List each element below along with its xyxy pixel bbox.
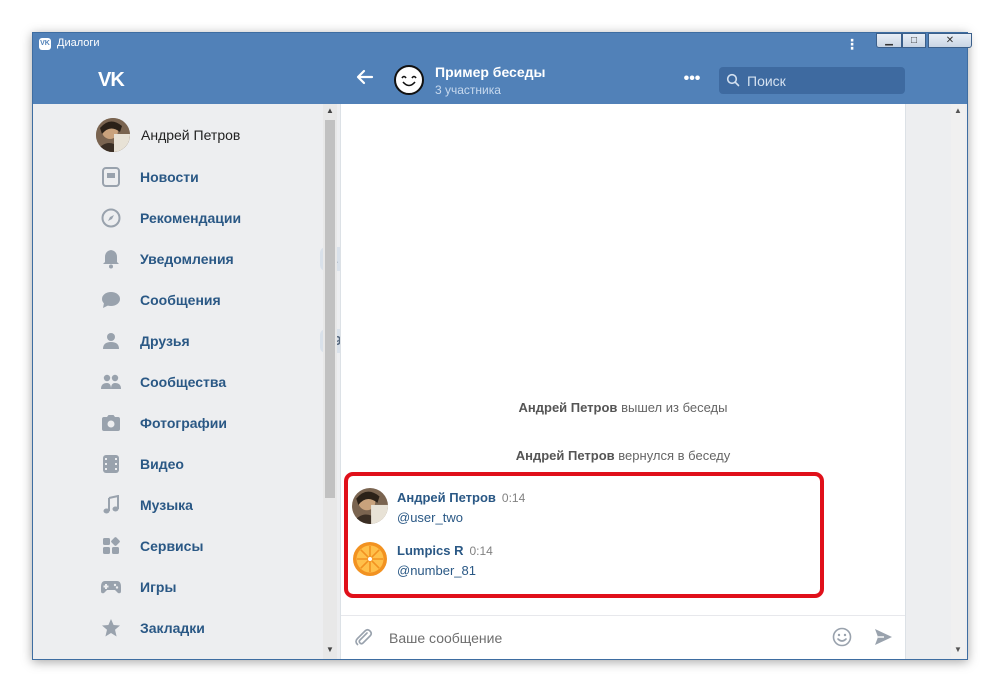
maximize-button[interactable]: □ — [902, 33, 926, 48]
star-icon — [100, 617, 122, 639]
sidebar-item-bookmarks[interactable]: Закладки — [96, 612, 348, 644]
sidebar-item-notifications[interactable]: Уведомления 1 — [96, 243, 348, 275]
avatar-photo — [96, 118, 130, 152]
message-input[interactable] — [387, 626, 821, 650]
message-author: Андрей Петров 0:14 — [397, 490, 525, 505]
chat-avatar[interactable] — [394, 65, 424, 95]
user-icon — [100, 330, 122, 352]
message-item: Андрей Петров 0:14 @user_two — [352, 486, 822, 526]
message-composer — [341, 615, 905, 659]
emoji-icon[interactable] — [832, 627, 852, 647]
avatar[interactable] — [352, 541, 388, 577]
sidebar-scroll-thumb[interactable] — [325, 120, 335, 498]
compass-icon — [100, 207, 122, 229]
window-menu-button[interactable]: ⋮ — [845, 35, 859, 53]
search-box[interactable] — [719, 67, 906, 94]
close-button[interactable]: ✕ — [928, 33, 972, 48]
system-message-text: вернулся в беседу — [618, 448, 731, 463]
window-controls: ▁ □ ✕ — [876, 33, 972, 49]
sidebar-item-video[interactable]: Видео — [96, 448, 348, 480]
sidebar-item-label: Сообщества — [140, 374, 227, 390]
avatar-photo — [352, 488, 388, 524]
music-icon — [100, 494, 122, 516]
sidebar-profile[interactable]: Андрей Петров — [96, 118, 240, 152]
message-time: 0:14 — [469, 544, 493, 558]
system-message-text: вышел из беседы — [621, 400, 728, 415]
sidebar-item-recommendations[interactable]: Рекомендации — [96, 202, 348, 234]
sidebar-item-label: Уведомления — [140, 251, 234, 267]
news-icon — [100, 166, 122, 188]
avatar — [96, 118, 130, 152]
sidebar-item-label: Новости — [140, 169, 199, 185]
search-icon — [726, 73, 740, 87]
services-icon — [100, 535, 122, 557]
sidebar-item-label: Видео — [140, 456, 184, 472]
arrow-left-icon — [356, 69, 374, 85]
message-author: Lumpics R 0:14 — [397, 543, 493, 558]
sidebar-item-label: Сообщения — [140, 292, 221, 308]
minimize-button[interactable]: ▁ — [876, 33, 902, 48]
scroll-down-arrow-icon[interactable]: ▼ — [954, 645, 962, 654]
avatar[interactable] — [352, 488, 388, 524]
system-message: Андрей Петров вышел из беседы — [341, 400, 905, 415]
video-icon — [100, 453, 122, 475]
send-icon[interactable] — [873, 627, 893, 647]
users-icon — [100, 371, 122, 393]
sidebar-item-label: Сервисы — [140, 538, 204, 554]
sidebar-item-label: Закладки — [140, 620, 205, 636]
paperclip-icon[interactable] — [353, 627, 373, 647]
sidebar-item-communities[interactable]: Сообщества — [96, 366, 348, 398]
system-message-name[interactable]: Андрей Петров — [519, 400, 618, 415]
sidebar-item-label: Игры — [140, 579, 177, 595]
search-input[interactable] — [743, 67, 906, 94]
sidebar-item-news[interactable]: Новости — [96, 161, 348, 193]
system-message: Андрей Петров вернулся в беседу — [341, 448, 905, 463]
camera-icon — [100, 412, 122, 434]
profile-name: Андрей Петров — [141, 127, 241, 143]
sidebar-item-label: Музыка — [140, 497, 193, 513]
sidebar-item-label: Друзья — [140, 333, 190, 349]
message-icon — [100, 289, 122, 311]
scroll-up-arrow-icon[interactable]: ▲ — [954, 106, 962, 115]
sidebar-item-label: Рекомендации — [140, 210, 242, 226]
sidebar-item-friends[interactable]: Друзья 19 — [96, 325, 348, 357]
back-button[interactable] — [355, 67, 375, 91]
content-area: Андрей Петров Новости Рекомендации Уведо… — [33, 104, 967, 659]
title-bar: VK Диалоги ⋮ ▁ □ ✕ — [33, 33, 972, 55]
app-header: VK Пример беседы 3 участника ••• — [33, 55, 967, 104]
sidebar-item-messages[interactable]: Сообщения — [96, 284, 348, 316]
sidebar-item-music[interactable]: Музыка — [96, 489, 348, 521]
gamepad-icon — [100, 576, 122, 598]
orange-avatar-icon — [353, 542, 387, 576]
message-time: 0:14 — [501, 491, 526, 505]
message-mention[interactable]: @user_two — [397, 510, 463, 525]
page-scrollbar[interactable]: ▲ ▼ — [951, 104, 965, 659]
system-message-name[interactable]: Андрей Петров — [516, 448, 615, 463]
message-item: Lumpics R 0:14 @number_81 — [352, 539, 822, 579]
bell-icon — [100, 248, 122, 270]
message-author-name[interactable]: Андрей Петров — [397, 490, 496, 505]
more-options-button[interactable]: ••• — [681, 67, 703, 91]
sidebar-item-services[interactable]: Сервисы — [96, 530, 348, 562]
vk-app-icon: VK — [39, 38, 51, 50]
sidebar-item-label: Фотографии — [140, 415, 228, 431]
sidebar-item-games[interactable]: Игры — [96, 571, 348, 603]
sidebar-item-photos[interactable]: Фотографии — [96, 407, 348, 439]
chat-title[interactable]: Пример беседы — [435, 64, 545, 80]
chat-panel: Андрей Петров вышел из беседы Андрей Пет… — [340, 104, 906, 659]
sidebar: Андрей Петров Новости Рекомендации Уведо… — [33, 104, 348, 659]
message-author-name[interactable]: Lumpics R — [397, 543, 463, 558]
message-mention[interactable]: @number_81 — [397, 563, 476, 578]
app-window: VK Диалоги ⋮ ▁ □ ✕ VK Пример беседы 3 уч… — [32, 32, 972, 660]
chat-face-icon — [401, 75, 417, 87]
scroll-down-arrow-icon[interactable]: ▼ — [326, 645, 334, 654]
chat-members-count[interactable]: 3 участника — [435, 83, 501, 97]
window-title: Диалоги — [57, 37, 100, 49]
vk-logo[interactable]: VK — [98, 69, 125, 92]
sidebar-scrollbar[interactable]: ▲ ▼ — [323, 104, 337, 659]
scroll-up-arrow-icon[interactable]: ▲ — [326, 106, 334, 115]
